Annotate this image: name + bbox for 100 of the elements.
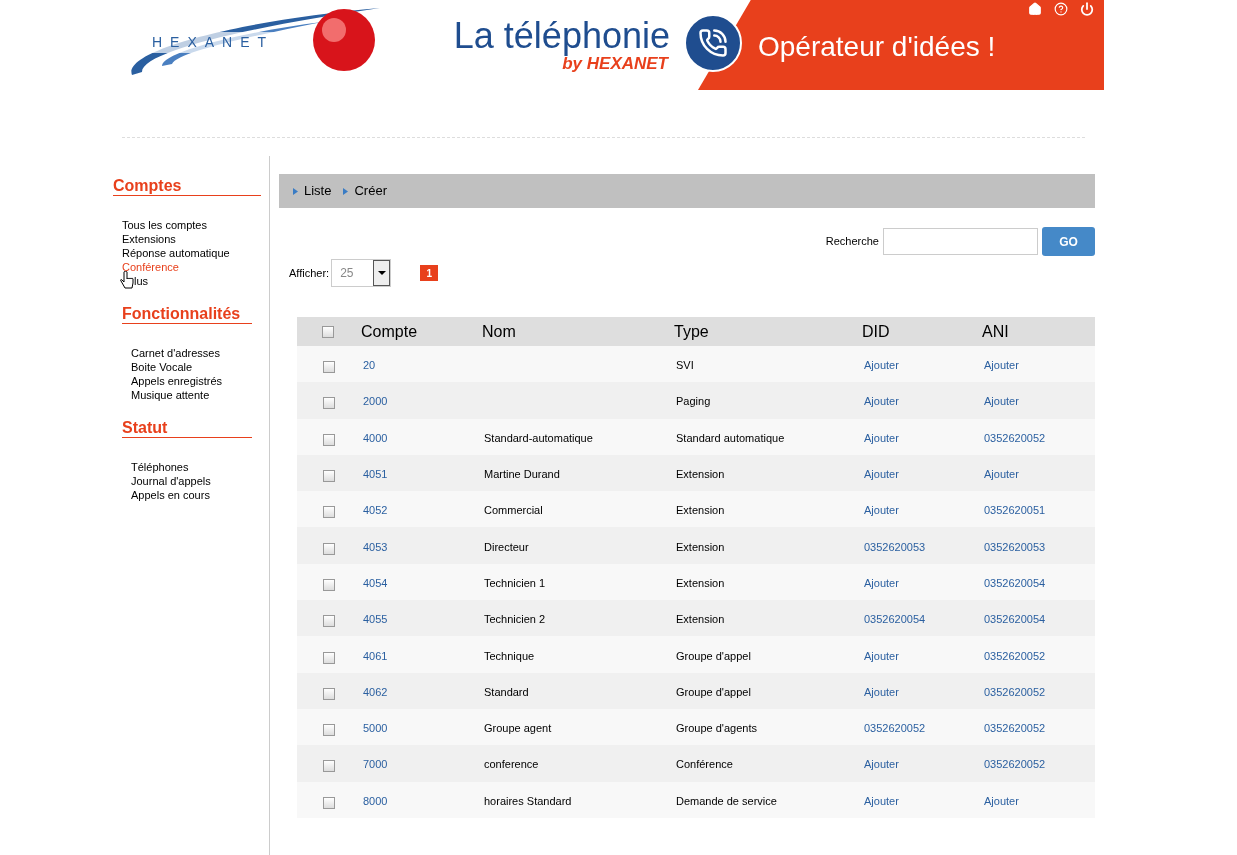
table-link[interactable]: 0352620052: [984, 431, 1046, 444]
arrow-icon: [343, 187, 349, 195]
table-link[interactable]: 0352620052: [984, 722, 1046, 735]
table-cell: Groupe agent: [484, 722, 552, 735]
checkbox[interactable]: [323, 796, 335, 809]
table-link[interactable]: 0352620052: [984, 758, 1046, 771]
table-cell: Martine Durand: [484, 468, 560, 481]
sidebar-link[interactable]: Téléphones: [131, 460, 189, 474]
table-cell: Standard: [484, 685, 529, 698]
table-link[interactable]: 0352620053: [984, 540, 1046, 553]
toolbar-link[interactable]: Créer: [343, 181, 387, 201]
table-link[interactable]: Ajouter: [984, 395, 1019, 408]
table-link[interactable]: Ajouter: [864, 576, 899, 589]
table-link[interactable]: 4055: [363, 613, 388, 626]
table-link[interactable]: 0352620051: [984, 504, 1046, 517]
checkbox[interactable]: [323, 687, 335, 700]
table-cell: Technique: [484, 649, 535, 662]
checkbox[interactable]: [323, 651, 335, 664]
search-label: Recherche: [825, 234, 879, 250]
sidebar-link[interactable]: Appels en cours: [131, 488, 210, 502]
go-button[interactable]: GO: [1042, 227, 1095, 256]
table-link[interactable]: 0352620054: [864, 613, 926, 626]
checkbox[interactable]: [323, 578, 335, 591]
table-link[interactable]: Ajouter: [864, 504, 899, 517]
table-link[interactable]: Ajouter: [864, 395, 899, 408]
table-cell: conference: [484, 758, 539, 771]
table-cell: Commercial: [484, 504, 543, 517]
table-link[interactable]: Ajouter: [864, 758, 899, 771]
checkbox[interactable]: [323, 470, 335, 483]
table-cell: Technicien 2: [484, 613, 546, 626]
column-header: Type: [674, 322, 709, 340]
table-link[interactable]: 4054: [363, 576, 388, 589]
section-title: Fonctionnalités: [122, 304, 252, 324]
table-cell: Extension: [676, 576, 725, 589]
table-cell: SVI: [676, 359, 694, 372]
table-link[interactable]: 0352620052: [984, 649, 1046, 662]
sidebar-link[interactable]: Conférence: [122, 260, 179, 274]
table-link[interactable]: 0352620053: [864, 540, 926, 553]
table-cell: Extension: [676, 613, 725, 626]
toolbar-link[interactable]: Liste: [293, 181, 332, 201]
sidebar-link[interactable]: lus: [134, 274, 149, 288]
table-cell: Standard-automatique: [484, 431, 593, 444]
table-cell: Directeur: [484, 540, 529, 553]
table-link[interactable]: 0352620054: [984, 576, 1046, 589]
dropdown-arrow-icon: [377, 271, 386, 275]
sidebar-link[interactable]: Boite Vocale: [131, 360, 193, 374]
checkbox[interactable]: [323, 433, 335, 446]
checkbox[interactable]: [323, 397, 335, 410]
banner-title: La téléphonie: [453, 17, 670, 55]
sidebar-link[interactable]: Journal d'appels: [131, 474, 211, 488]
page-number[interactable]: 1: [420, 265, 439, 281]
checkbox[interactable]: [323, 615, 335, 628]
table-link[interactable]: Ajouter: [864, 794, 899, 807]
sidebar-link[interactable]: Extensions: [122, 232, 176, 246]
search-field[interactable]: [883, 228, 1038, 255]
home-icon[interactable]: [1028, 2, 1042, 16]
table-link[interactable]: 2000: [363, 395, 388, 408]
sidebar-link[interactable]: Carnet d'adresses: [131, 346, 220, 360]
help-icon[interactable]: [1054, 2, 1068, 16]
table-cell: Extension: [676, 468, 725, 481]
table-link[interactable]: Ajouter: [864, 685, 899, 698]
power-icon[interactable]: [1080, 2, 1094, 16]
checkbox[interactable]: [323, 506, 335, 519]
table-link[interactable]: 4051: [363, 468, 388, 481]
table-link[interactable]: 7000: [363, 758, 388, 771]
table-link[interactable]: 5000: [363, 722, 388, 735]
table-link[interactable]: 0352620052: [984, 685, 1046, 698]
sidebar-link[interactable]: Tous les comptes: [122, 218, 207, 232]
table-link[interactable]: 0352620054: [984, 613, 1046, 626]
table-link[interactable]: 4061: [363, 649, 388, 662]
sidebar-link[interactable]: Appels enregistrés: [131, 374, 223, 388]
table-link[interactable]: Ajouter: [984, 359, 1019, 372]
table-link[interactable]: 4052: [363, 504, 388, 517]
table-link[interactable]: 20: [363, 359, 376, 372]
table-cell: Demande de service: [676, 794, 777, 807]
table-link[interactable]: 4062: [363, 685, 388, 698]
checkbox[interactable]: [323, 760, 335, 773]
checkbox[interactable]: [322, 325, 334, 338]
table-link[interactable]: Ajouter: [984, 468, 1019, 481]
section-title: Statut: [122, 418, 252, 438]
sidebar-link[interactable]: Musique attente: [131, 388, 210, 402]
column-header: Nom: [482, 322, 516, 340]
table-link[interactable]: Ajouter: [864, 468, 899, 481]
table-link[interactable]: 0352620052: [864, 722, 926, 735]
checkbox[interactable]: [323, 542, 335, 555]
table-link[interactable]: 8000: [363, 794, 388, 807]
table-link[interactable]: 4000: [363, 431, 388, 444]
table-link[interactable]: Ajouter: [864, 431, 899, 444]
table-link[interactable]: 4053: [363, 540, 388, 553]
table-link[interactable]: Ajouter: [864, 649, 899, 662]
column-header: ANI: [982, 322, 1009, 340]
table-link[interactable]: Ajouter: [864, 359, 899, 372]
checkbox[interactable]: [323, 724, 335, 737]
table-cell: Extension: [676, 540, 725, 553]
table-link[interactable]: Ajouter: [984, 794, 1019, 807]
sidebar-link[interactable]: Réponse automatique: [122, 246, 230, 260]
checkbox[interactable]: [323, 361, 335, 374]
page-size-select[interactable]: 25: [331, 259, 392, 287]
table-cell: Paging: [676, 395, 711, 408]
page-size-label: Afficher:: [289, 265, 330, 281]
